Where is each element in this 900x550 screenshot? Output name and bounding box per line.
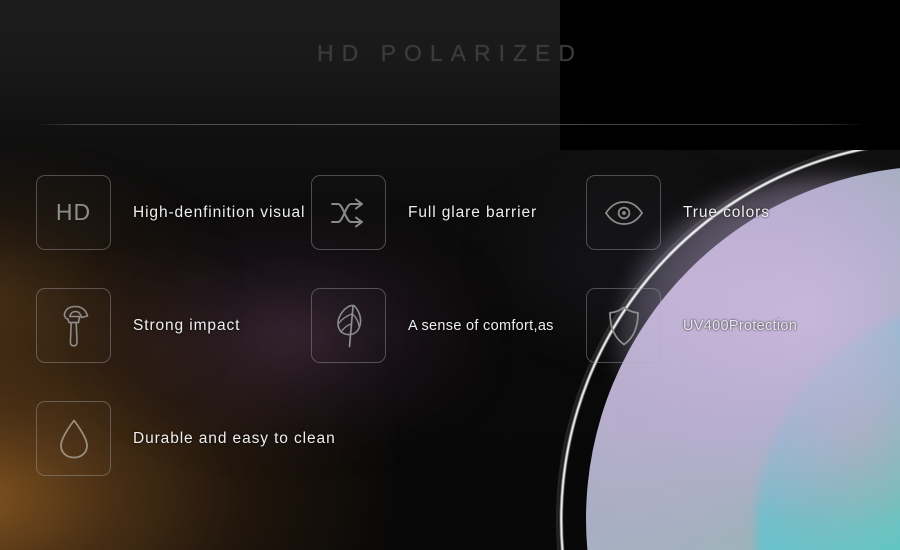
hd-badge-icon: HD bbox=[55, 199, 92, 225]
feature-icon-box bbox=[36, 401, 111, 476]
feature-grid: HD High-denfinition visual Full glare ba… bbox=[0, 0, 900, 550]
feature-item-glare: Full glare barrier bbox=[311, 175, 537, 250]
feature-label-colors: True colors bbox=[683, 203, 770, 221]
feature-item-uv: UV400Protection bbox=[586, 288, 797, 363]
hammer-icon bbox=[63, 305, 88, 347]
shuffle-arrows-icon bbox=[330, 198, 363, 227]
feature-label-comfort: A sense of comfort,as bbox=[408, 317, 554, 334]
feature-item-comfort: A sense of comfort,as bbox=[311, 288, 554, 363]
feature-icon-box bbox=[586, 175, 661, 250]
feature-icon-box bbox=[311, 175, 386, 250]
feature-icon-box: HD bbox=[36, 175, 111, 250]
feature-label-glare: Full glare barrier bbox=[408, 203, 538, 221]
feature-label-hd: High-denfinition visual bbox=[133, 203, 306, 221]
feature-icon-box bbox=[311, 288, 386, 363]
feature-label-durable: Durable and easy to clean bbox=[133, 429, 336, 447]
shield-icon bbox=[608, 306, 639, 345]
feature-label-impact: Strong impact bbox=[133, 316, 241, 334]
feature-icon-box bbox=[36, 288, 111, 363]
feature-item-colors: True colors bbox=[586, 175, 770, 250]
feature-label-uv: UV400Protection bbox=[683, 317, 798, 334]
water-droplet-icon bbox=[59, 419, 88, 458]
eye-icon bbox=[604, 200, 643, 225]
feature-icon-box bbox=[586, 288, 661, 363]
product-feature-banner: HD POLARIZED HD High-denfinition visual … bbox=[0, 0, 900, 550]
feature-item-durable: Durable and easy to clean bbox=[36, 401, 336, 476]
feature-item-hd: HD High-denfinition visual bbox=[36, 175, 305, 250]
feature-item-impact: Strong impact bbox=[36, 288, 240, 363]
leaf-feather-icon bbox=[336, 304, 361, 347]
